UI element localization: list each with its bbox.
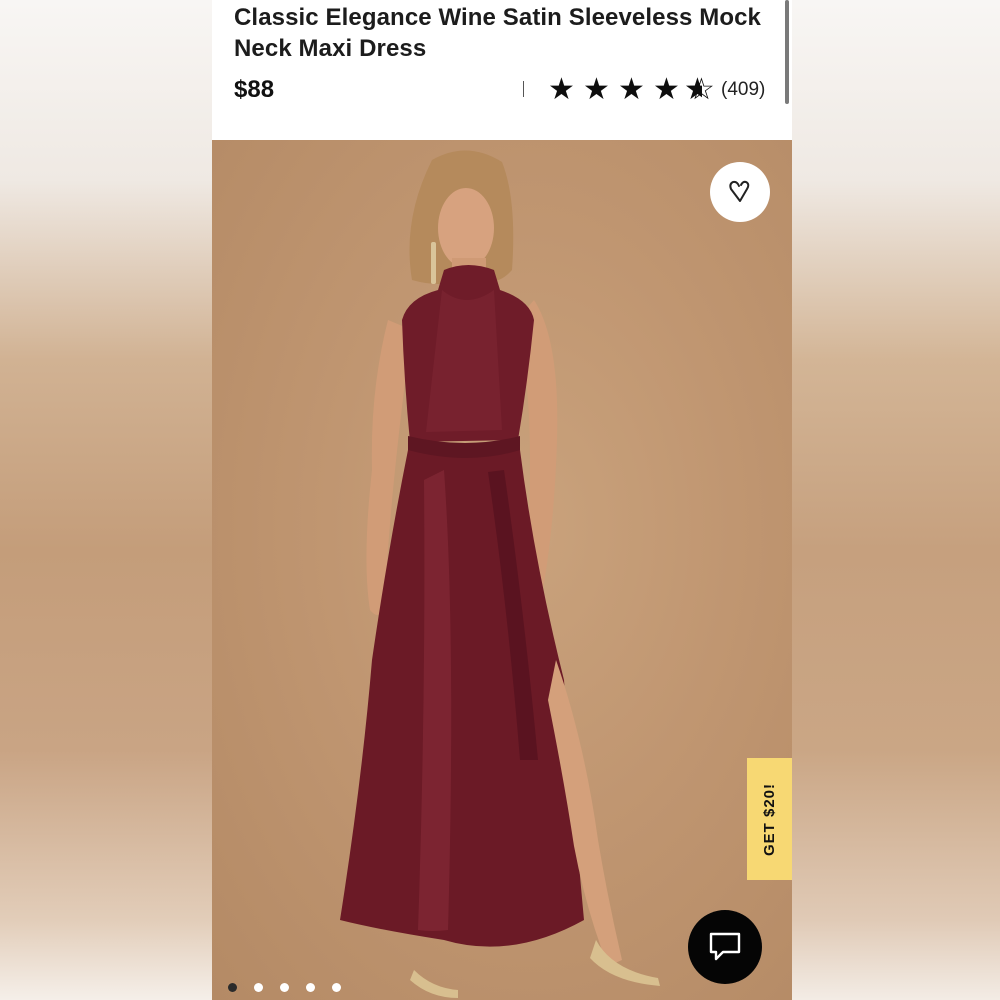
carousel-dot[interactable] (228, 983, 237, 992)
promo-label: GET $20! (761, 782, 778, 856)
half-star-icon: ☆ ★ (684, 73, 715, 106)
product-title: Classic Elegance Wine Satin Sleeveless M… (234, 4, 762, 62)
product-header: Classic Elegance Wine Satin Sleeveless M… (212, 0, 792, 140)
product-price: $88 (234, 76, 275, 103)
promo-tab[interactable]: GET $20! (747, 758, 792, 880)
star-icon: ★ (583, 73, 610, 106)
star-icon: ★ (653, 73, 680, 106)
star-icon: ★ (548, 73, 575, 106)
scrollbar[interactable] (785, 0, 789, 104)
chat-button[interactable] (688, 910, 762, 984)
carousel-dots (228, 983, 341, 992)
divider (523, 81, 524, 97)
review-count[interactable]: (409) (721, 79, 765, 101)
carousel-dot[interactable] (306, 983, 315, 992)
heart-icon (729, 180, 750, 202)
model-in-dress-illustration (340, 150, 660, 998)
chat-bubble-icon (709, 932, 741, 961)
favorite-button[interactable] (710, 162, 770, 222)
carousel-dot[interactable] (254, 983, 263, 992)
star-icon: ★ (618, 73, 645, 106)
carousel-dot[interactable] (332, 983, 341, 992)
product-screen: Classic Elegance Wine Satin Sleeveless M… (212, 0, 792, 1000)
background-blur-right (792, 0, 1000, 1000)
background-blur-left (0, 0, 212, 1000)
rating-stars[interactable]: ★ ★ ★ ★ ☆ ★ (409) (544, 74, 765, 106)
carousel-dot[interactable] (280, 983, 289, 992)
product-image[interactable]: GET $20! (212, 140, 792, 1000)
